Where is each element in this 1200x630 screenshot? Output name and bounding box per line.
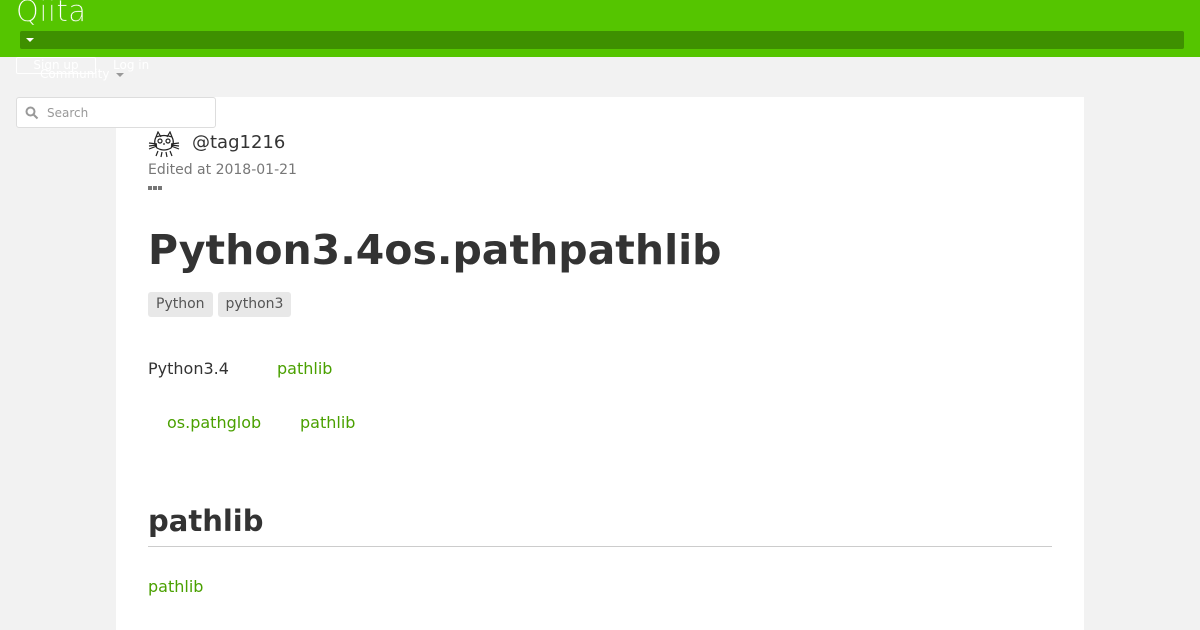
chevron-down-icon xyxy=(116,73,124,77)
section-pathlib-link[interactable]: pathlib xyxy=(148,577,203,596)
community-menu[interactable]: Community xyxy=(40,67,109,81)
tag-python3[interactable]: python3 xyxy=(217,292,292,317)
article-title: Python3.4os.pathpathlib xyxy=(148,226,722,274)
search-box[interactable] xyxy=(16,97,216,128)
search-icon xyxy=(25,106,39,120)
os-path-glob-link[interactable]: os.pathglob xyxy=(167,413,261,432)
qiita-logo[interactable]: Qiita xyxy=(16,0,87,28)
avatar[interactable] xyxy=(148,131,180,158)
tag-python[interactable]: Python xyxy=(148,292,213,317)
pathlib-link[interactable]: pathlib xyxy=(277,359,332,378)
global-header: Qiita xyxy=(0,0,1200,57)
author-name[interactable]: @tag1216 xyxy=(192,132,285,153)
more-options-icon[interactable] xyxy=(148,186,164,192)
pathlib-link-2[interactable]: pathlib xyxy=(300,413,355,432)
search-input[interactable] xyxy=(47,102,207,124)
caret-down-icon xyxy=(26,38,34,42)
tag-list: Python python3 xyxy=(148,292,296,317)
section-heading: pathlib xyxy=(148,504,264,538)
login-link[interactable]: Log in xyxy=(113,58,149,72)
intro-text: Python3.4 xyxy=(148,359,229,378)
header-dropdown-bar[interactable] xyxy=(20,31,1184,49)
edited-date: Edited at 2018-01-21 xyxy=(148,162,297,178)
heading-divider xyxy=(148,546,1052,547)
